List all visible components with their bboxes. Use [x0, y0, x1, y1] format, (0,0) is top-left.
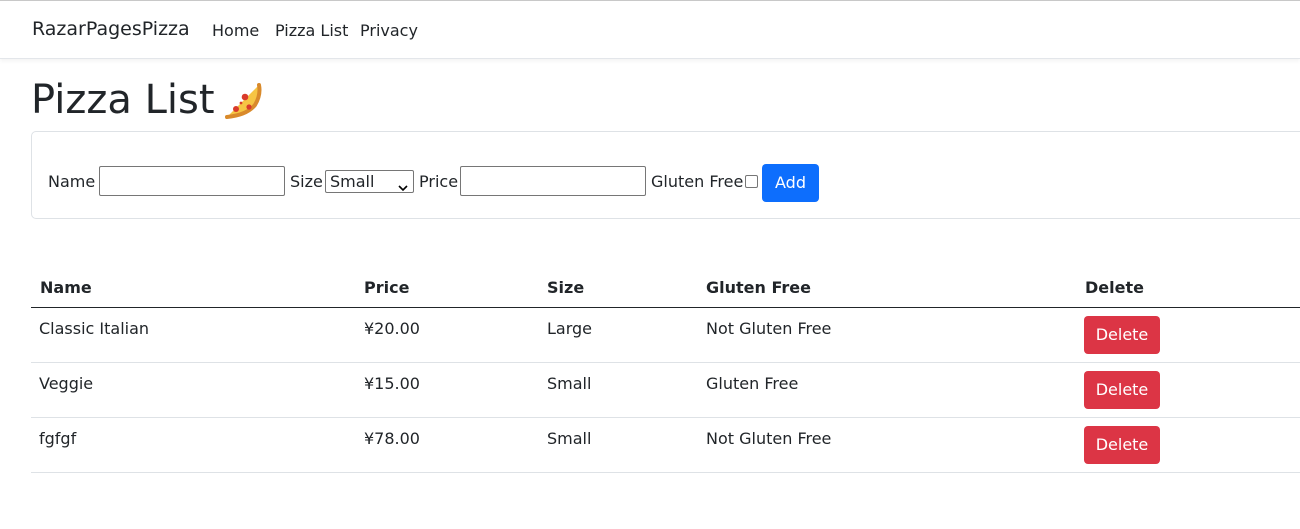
- cell-gluten-free: Not Gluten Free: [706, 319, 832, 338]
- gluten-free-label: Gluten Free: [651, 172, 744, 191]
- cell-price: ¥15.00: [364, 374, 420, 393]
- name-label: Name: [48, 172, 96, 191]
- delete-button[interactable]: Delete: [1084, 316, 1160, 354]
- size-select-value: Small: [330, 172, 375, 191]
- cell-price: ¥20.00: [364, 319, 420, 338]
- brand-link[interactable]: RazarPagesPizza: [32, 18, 190, 40]
- delete-button[interactable]: Delete: [1084, 371, 1160, 409]
- cell-size: Large: [547, 319, 593, 338]
- column-header-price: Price: [364, 278, 410, 297]
- column-header-size: Size: [547, 278, 585, 297]
- size-select[interactable]: Small: [325, 170, 414, 193]
- row-divider: [31, 472, 1300, 473]
- table-header-divider: [31, 307, 1300, 308]
- cell-name: fgfgf: [39, 429, 77, 448]
- nav-link-privacy[interactable]: Privacy: [360, 21, 418, 40]
- top-navbar: RazarPagesPizza Home Pizza List Privacy: [0, 0, 1300, 59]
- cell-name: Veggie: [39, 374, 94, 393]
- cell-size: Small: [547, 429, 592, 448]
- row-divider: [31, 362, 1300, 363]
- nav-link-home[interactable]: Home: [212, 21, 259, 40]
- pizza-slice-icon: [221, 79, 263, 121]
- column-header-delete: Delete: [1085, 278, 1144, 297]
- cell-gluten-free: Not Gluten Free: [706, 429, 832, 448]
- row-divider: [31, 417, 1300, 418]
- add-button[interactable]: Add: [762, 164, 819, 202]
- price-input[interactable]: [460, 166, 646, 196]
- chevron-down-icon: [398, 177, 408, 192]
- nav-link-pizza-list[interactable]: Pizza List: [275, 21, 348, 40]
- column-header-name: Name: [40, 278, 92, 297]
- price-label: Price: [419, 172, 459, 191]
- gluten-free-checkbox[interactable]: [745, 175, 758, 188]
- page-title: Pizza List: [31, 77, 215, 123]
- cell-name: Classic Italian: [39, 319, 150, 338]
- name-input[interactable]: [99, 166, 285, 196]
- cell-price: ¥78.00: [364, 429, 420, 448]
- column-header-gluten-free: Gluten Free: [706, 278, 811, 297]
- size-label: Size: [290, 172, 323, 191]
- cell-size: Small: [547, 374, 592, 393]
- cell-gluten-free: Gluten Free: [706, 374, 799, 393]
- delete-button[interactable]: Delete: [1084, 426, 1160, 464]
